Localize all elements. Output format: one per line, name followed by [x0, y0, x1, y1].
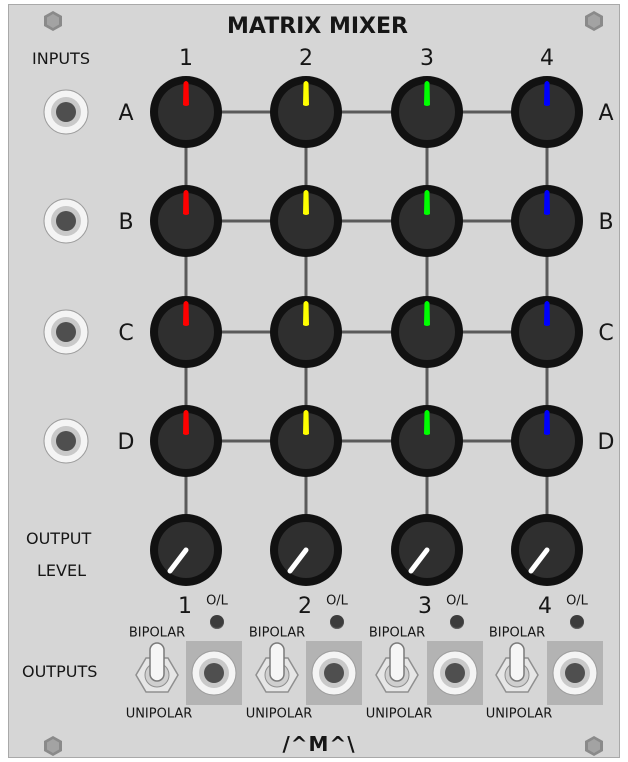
knob-b-1[interactable] [149, 184, 223, 258]
overload-label-2: O/L [326, 593, 348, 609]
unipolar-label-4: UNIPOLAR [485, 706, 553, 722]
polarity-toggle-4[interactable] [495, 640, 539, 710]
output-jack-4[interactable] [552, 650, 598, 696]
knob-d-1[interactable] [149, 404, 223, 478]
overload-label-4: O/L [566, 593, 588, 609]
polarity-toggle-3[interactable] [375, 640, 419, 710]
unipolar-label-3: UNIPOLAR [365, 706, 433, 722]
knob-d-3[interactable] [390, 404, 464, 478]
bipolar-label-3: BIPOLAR [368, 625, 426, 641]
knob-a-1[interactable] [149, 75, 223, 149]
overload-led-1 [210, 615, 224, 629]
overload-led-4 [570, 615, 584, 629]
overload-led-2 [330, 615, 344, 629]
unipolar-label-1: UNIPOLAR [125, 706, 193, 722]
knob-c-4[interactable] [510, 295, 584, 369]
row-label-b: B [118, 210, 134, 235]
column-label-4: 4 [540, 46, 554, 71]
bipolar-label-1: BIPOLAR [128, 625, 186, 641]
knob-d-4[interactable] [510, 404, 584, 478]
row-label-a: A [118, 101, 134, 126]
output-level-knob-2[interactable] [269, 513, 343, 587]
overload-label-3: O/L [446, 593, 468, 609]
bipolar-label-4: BIPOLAR [488, 625, 546, 641]
knob-a-2[interactable] [269, 75, 343, 149]
output-jack-3[interactable] [432, 650, 478, 696]
output-level-knob-3[interactable] [390, 513, 464, 587]
input-jack-a[interactable] [43, 89, 89, 135]
output-number-3: 3 [418, 594, 432, 619]
input-jack-c[interactable] [43, 309, 89, 355]
column-label-1: 1 [179, 46, 193, 71]
polarity-toggle-1[interactable] [135, 640, 179, 710]
knob-c-3[interactable] [390, 295, 464, 369]
bipolar-label-2: BIPOLAR [248, 625, 306, 641]
input-jack-b[interactable] [43, 198, 89, 244]
overload-label-1: O/L [206, 593, 228, 609]
input-jack-d[interactable] [43, 418, 89, 464]
row-label-c: C [118, 321, 134, 346]
knob-b-3[interactable] [390, 184, 464, 258]
knob-b-4[interactable] [510, 184, 584, 258]
output-level-label-line1: OUTPUT [26, 529, 92, 548]
row-label-c-right: C [598, 321, 614, 346]
outputs-heading: OUTPUTS [22, 662, 98, 681]
output-level-label-line2: LEVEL [37, 561, 86, 580]
knob-a-3[interactable] [390, 75, 464, 149]
knob-b-2[interactable] [269, 184, 343, 258]
output-jack-1[interactable] [191, 650, 237, 696]
unipolar-label-2: UNIPOLAR [245, 706, 313, 722]
output-level-knob-1[interactable] [149, 513, 223, 587]
row-label-a-right: A [598, 101, 614, 126]
brand-logo: /^M^\ [282, 732, 356, 756]
knob-c-2[interactable] [269, 295, 343, 369]
row-label-b-right: B [598, 210, 614, 235]
output-level-knob-4[interactable] [510, 513, 584, 587]
output-number-1: 1 [178, 594, 192, 619]
output-number-4: 4 [538, 594, 552, 619]
row-label-d: D [117, 430, 135, 455]
knob-a-4[interactable] [510, 75, 584, 149]
column-label-2: 2 [299, 46, 313, 71]
output-jack-2[interactable] [311, 650, 357, 696]
knob-c-1[interactable] [149, 295, 223, 369]
overload-led-3 [450, 615, 464, 629]
column-label-3: 3 [420, 46, 434, 71]
output-number-2: 2 [298, 594, 312, 619]
row-label-d-right: D [597, 430, 615, 455]
polarity-toggle-2[interactable] [255, 640, 299, 710]
knob-d-2[interactable] [269, 404, 343, 478]
